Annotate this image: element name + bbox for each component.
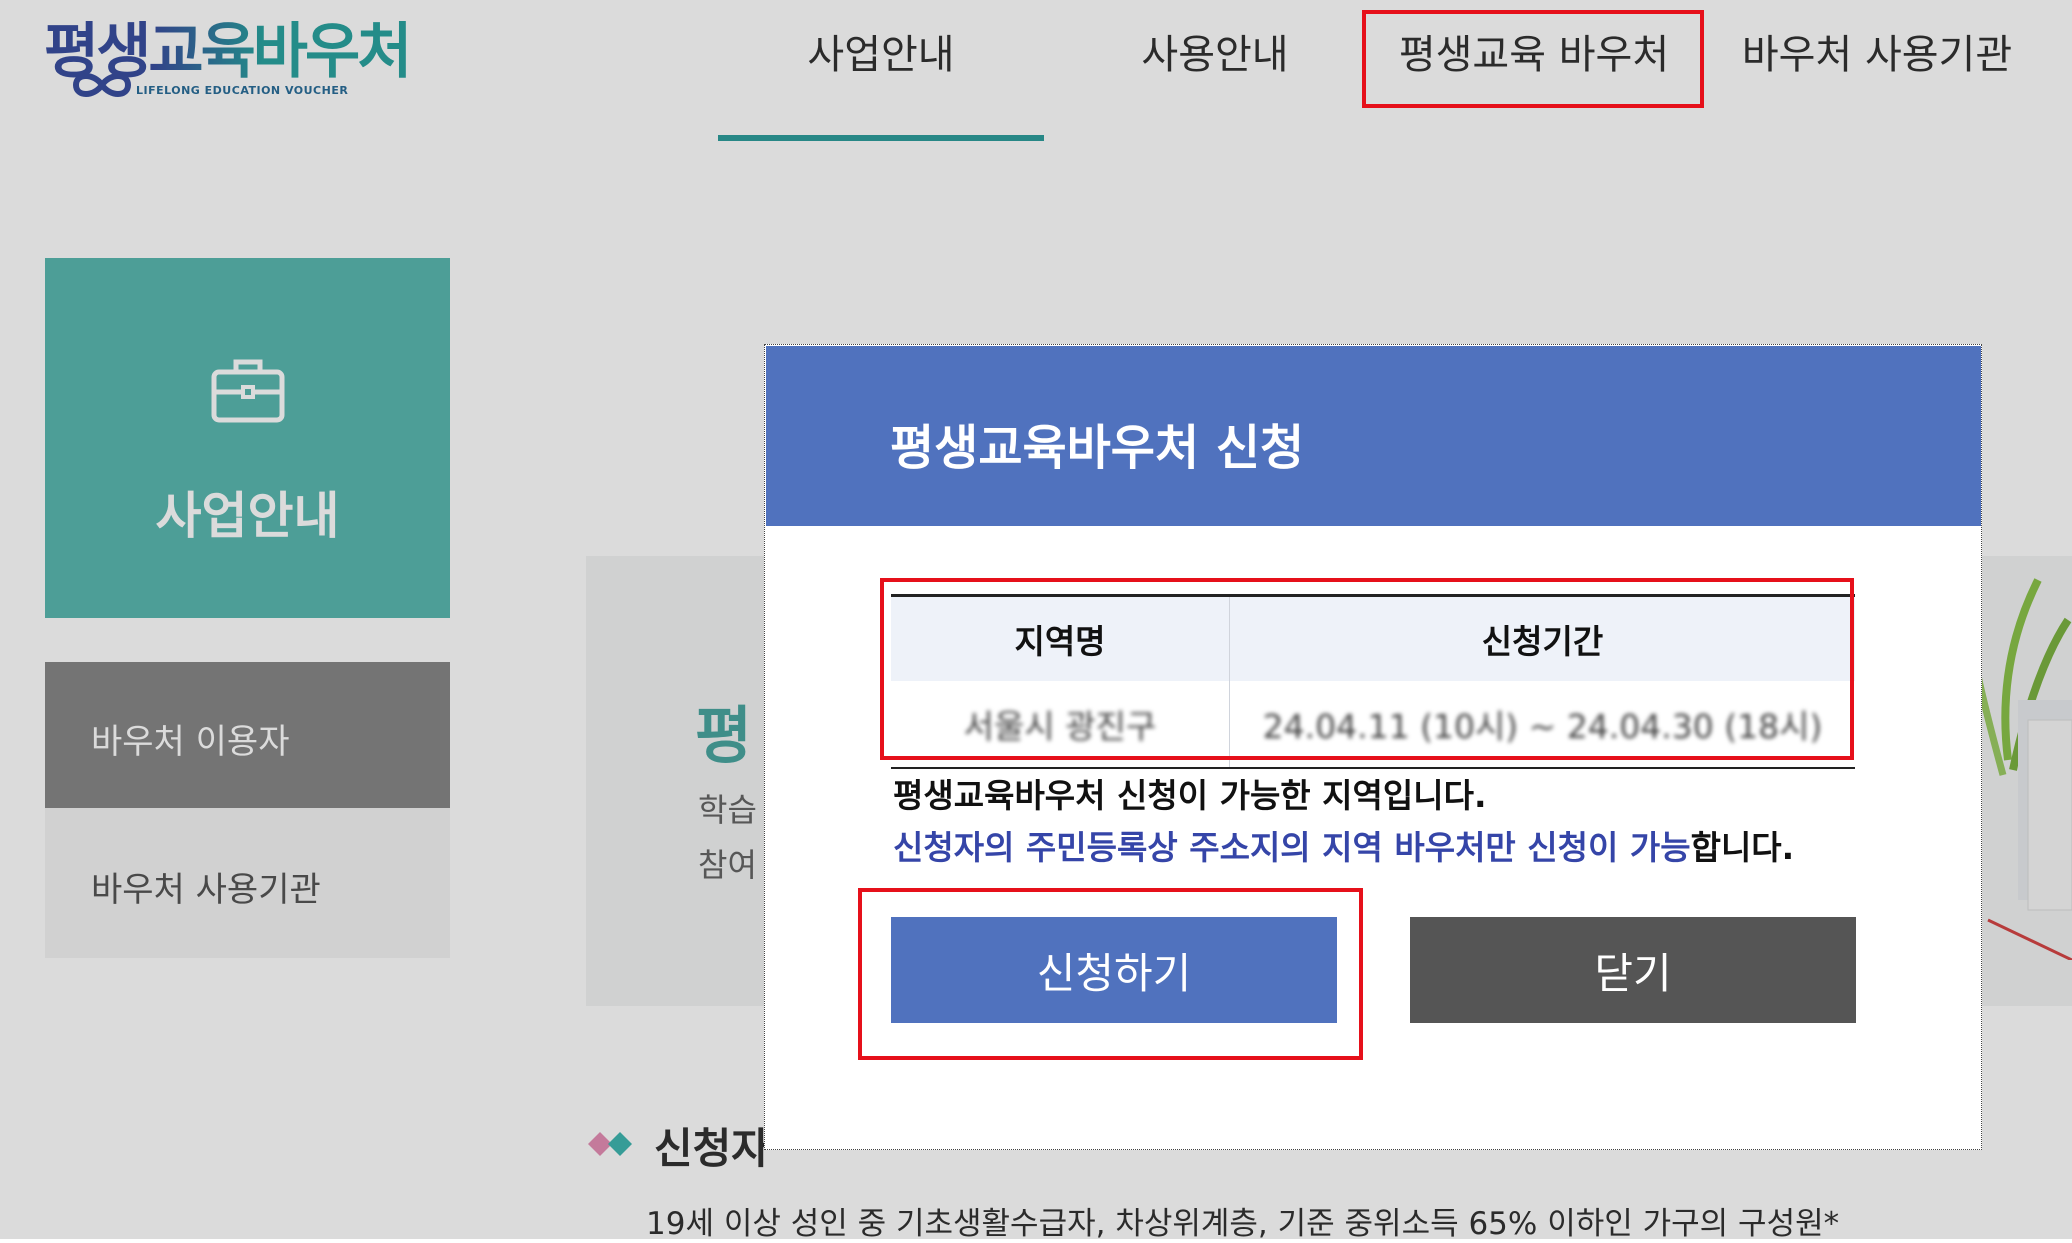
highlight-box-nav — [1362, 10, 1704, 108]
close-button[interactable]: 닫기 — [1410, 917, 1856, 1023]
residence-notice-highlight: 신청자의 주민등록상 주소지의 지역 바우처만 신청이 가능 — [893, 828, 1691, 867]
highlight-box-table — [880, 578, 1854, 760]
modal-header: 평생교육바우처 신청 — [766, 346, 1981, 526]
residence-notice-rest: 합니다. — [1690, 828, 1795, 867]
highlight-box-apply — [858, 888, 1363, 1060]
residence-notice: 신청자의 주민등록상 주소지의 지역 바우처만 신청이 가능합니다. — [893, 821, 1794, 869]
availability-message: 평생교육바우처 신청이 가능한 지역입니다. — [893, 776, 1487, 815]
modal-title: 평생교육바우처 신청 — [890, 420, 1305, 476]
